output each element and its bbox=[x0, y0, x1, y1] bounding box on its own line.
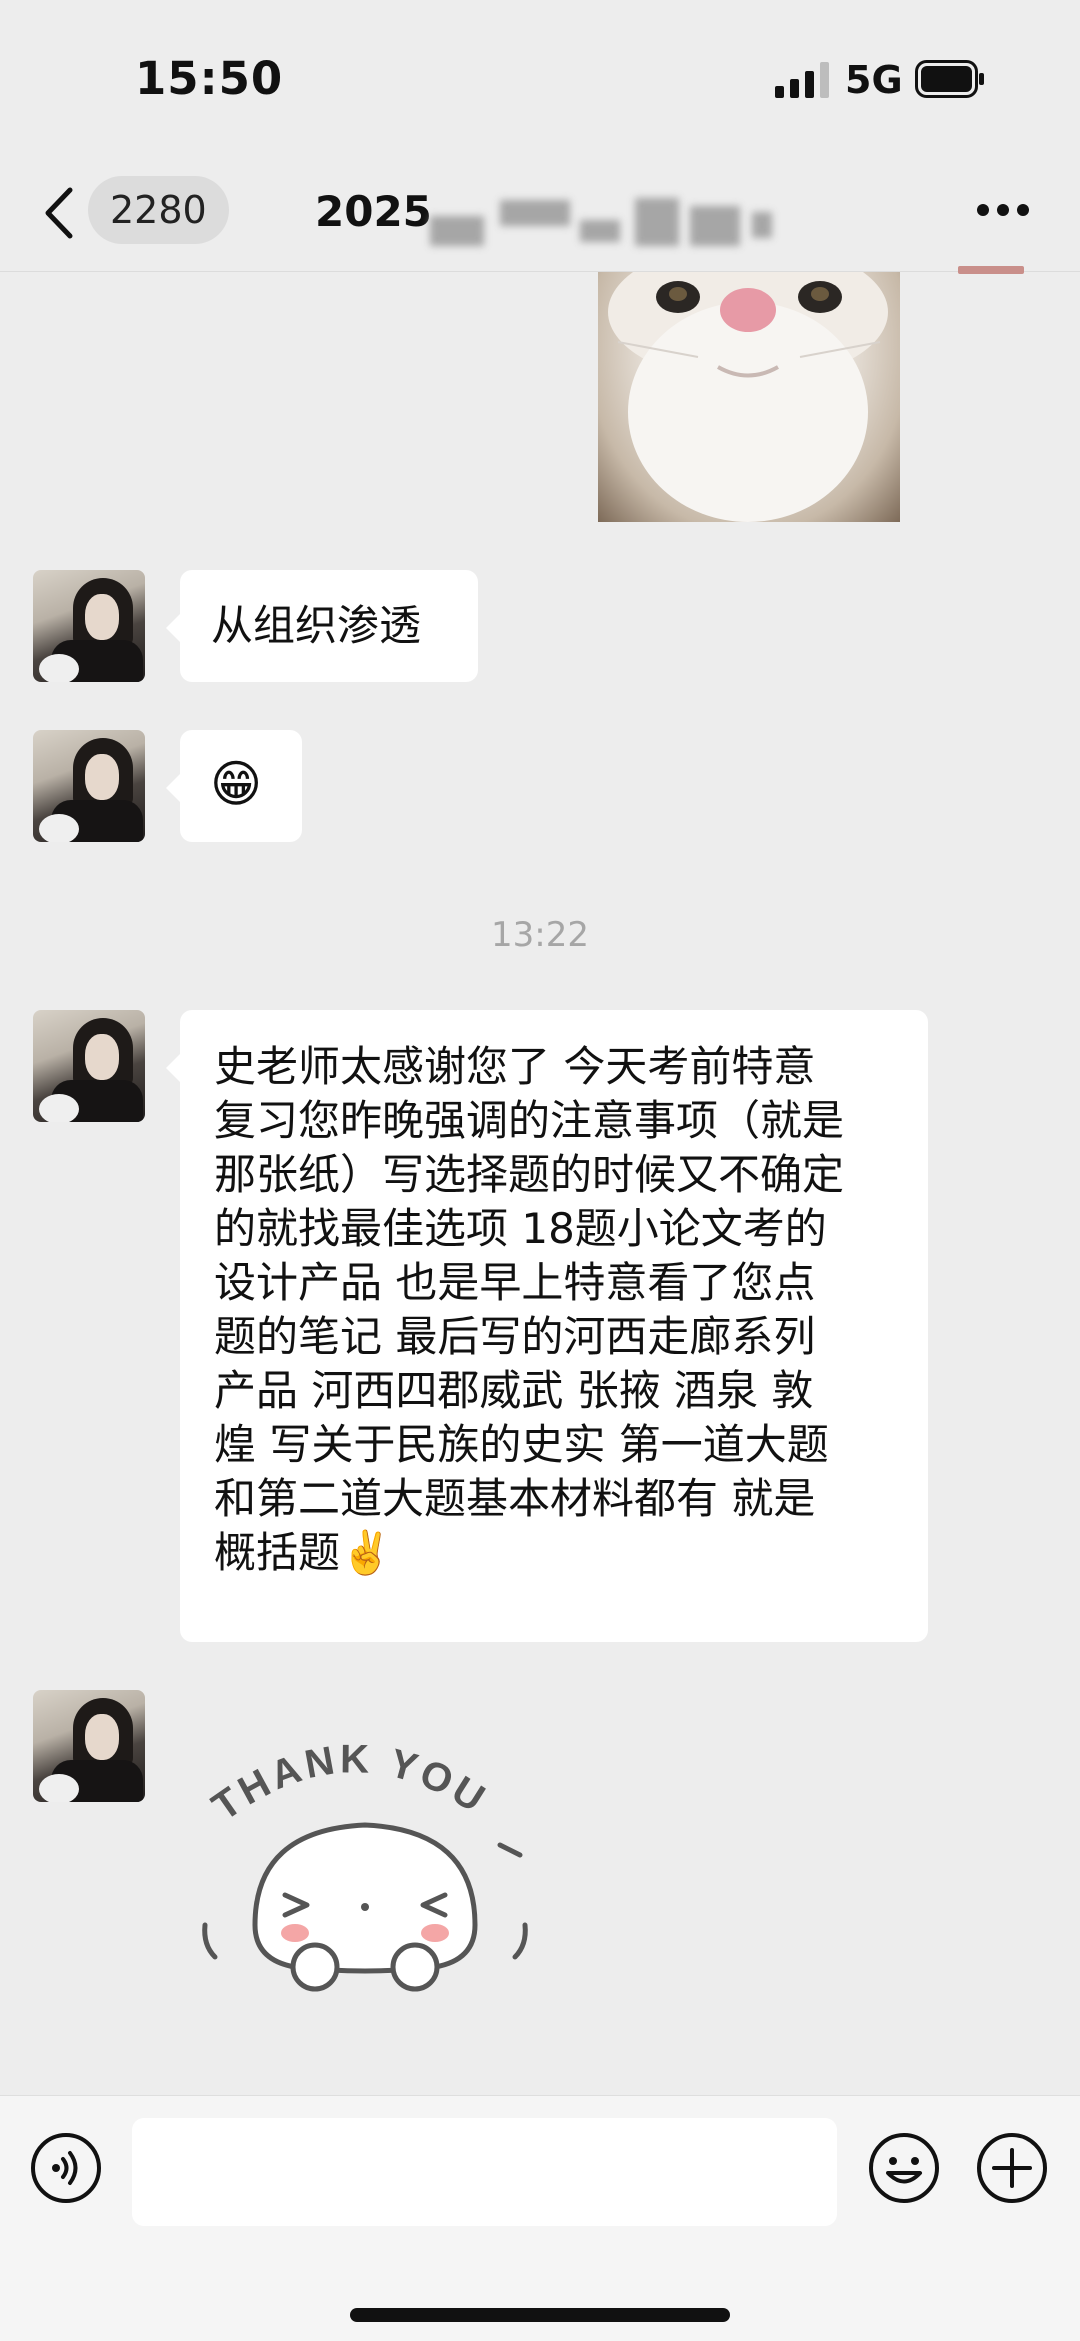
message-line: 产品 河西四郡威武 张掖 酒泉 敦 bbox=[214, 1366, 814, 1415]
network-type: 5G bbox=[845, 58, 903, 102]
message-line: 概括题✌️ bbox=[214, 1528, 393, 1577]
back-icon[interactable] bbox=[40, 182, 80, 244]
plus-icon[interactable] bbox=[976, 2132, 1048, 2204]
chat-header: 2280 2025 bbox=[0, 160, 1080, 272]
message-line: 设计产品 也是早上特意看了您点 bbox=[214, 1258, 816, 1307]
voice-icon[interactable] bbox=[30, 2132, 102, 2204]
message-line: 题的笔记 最后写的河西走廊系列 bbox=[214, 1312, 816, 1361]
emoji-text: 😁 bbox=[210, 755, 263, 813]
contact-avatar[interactable] bbox=[33, 1690, 145, 1802]
message-line: 史老师太感谢您了 今天考前特意 bbox=[214, 1042, 816, 1091]
chat-screen: 15:50 5G 2280 2025 从组织渗透 😁 13:22 史老师太感谢您… bbox=[0, 0, 1080, 2341]
redacted-title bbox=[635, 198, 679, 246]
message-line: 煌 写关于民族的史实 第一道大题 bbox=[214, 1420, 829, 1469]
emoji-icon[interactable] bbox=[868, 2132, 940, 2204]
contact-avatar[interactable] bbox=[33, 1010, 145, 1122]
cat-photo-message[interactable] bbox=[598, 272, 900, 522]
redacted-title bbox=[430, 216, 484, 246]
chat-title: 2025 bbox=[315, 187, 432, 236]
partial-avatar-edge bbox=[958, 266, 1024, 274]
thank-you-sticker[interactable]: THANK YOU bbox=[195, 1735, 535, 1995]
more-icon[interactable] bbox=[975, 202, 1031, 218]
redacted-title bbox=[690, 206, 740, 246]
battery-icon bbox=[915, 60, 984, 98]
svg-text:THANK YOU: THANK YOU bbox=[205, 1737, 496, 1829]
redacted-title bbox=[580, 220, 620, 242]
unread-count-badge[interactable]: 2280 bbox=[88, 176, 229, 244]
redacted-title bbox=[752, 212, 772, 238]
contact-avatar[interactable] bbox=[33, 730, 145, 842]
message-text: 从组织渗透 bbox=[211, 601, 422, 650]
message-bubble[interactable]: 从组织渗透 bbox=[166, 570, 478, 682]
time-divider: 13:22 bbox=[491, 915, 589, 955]
cat-photo-image bbox=[608, 272, 888, 522]
emoji-message-bubble[interactable]: 😁 bbox=[166, 730, 302, 842]
message-line: 和第二道大题基本材料都有 就是 bbox=[214, 1474, 816, 1523]
signal-icon bbox=[775, 62, 829, 98]
message-input[interactable] bbox=[132, 2118, 837, 2226]
sticker-text: THANK YOU bbox=[205, 1737, 492, 1829]
long-message-bubble[interactable]: 史老师太感谢您了 今天考前特意 复习您昨晚强调的注意事项（就是 那张纸）写选择题… bbox=[166, 1010, 928, 1642]
redacted-title bbox=[500, 200, 570, 226]
input-bar bbox=[0, 2095, 1080, 2341]
message-line: 那张纸）写选择题的时候又不确定 bbox=[214, 1150, 845, 1199]
status-time: 15:50 bbox=[135, 52, 284, 105]
home-indicator bbox=[350, 2308, 730, 2322]
message-line: 复习您昨晚强调的注意事项（就是 bbox=[214, 1096, 845, 1145]
status-bar: 15:50 5G bbox=[0, 0, 1080, 160]
contact-avatar[interactable] bbox=[33, 570, 145, 682]
message-line: 的就找最佳选项 18题小论文考的 bbox=[214, 1204, 827, 1253]
